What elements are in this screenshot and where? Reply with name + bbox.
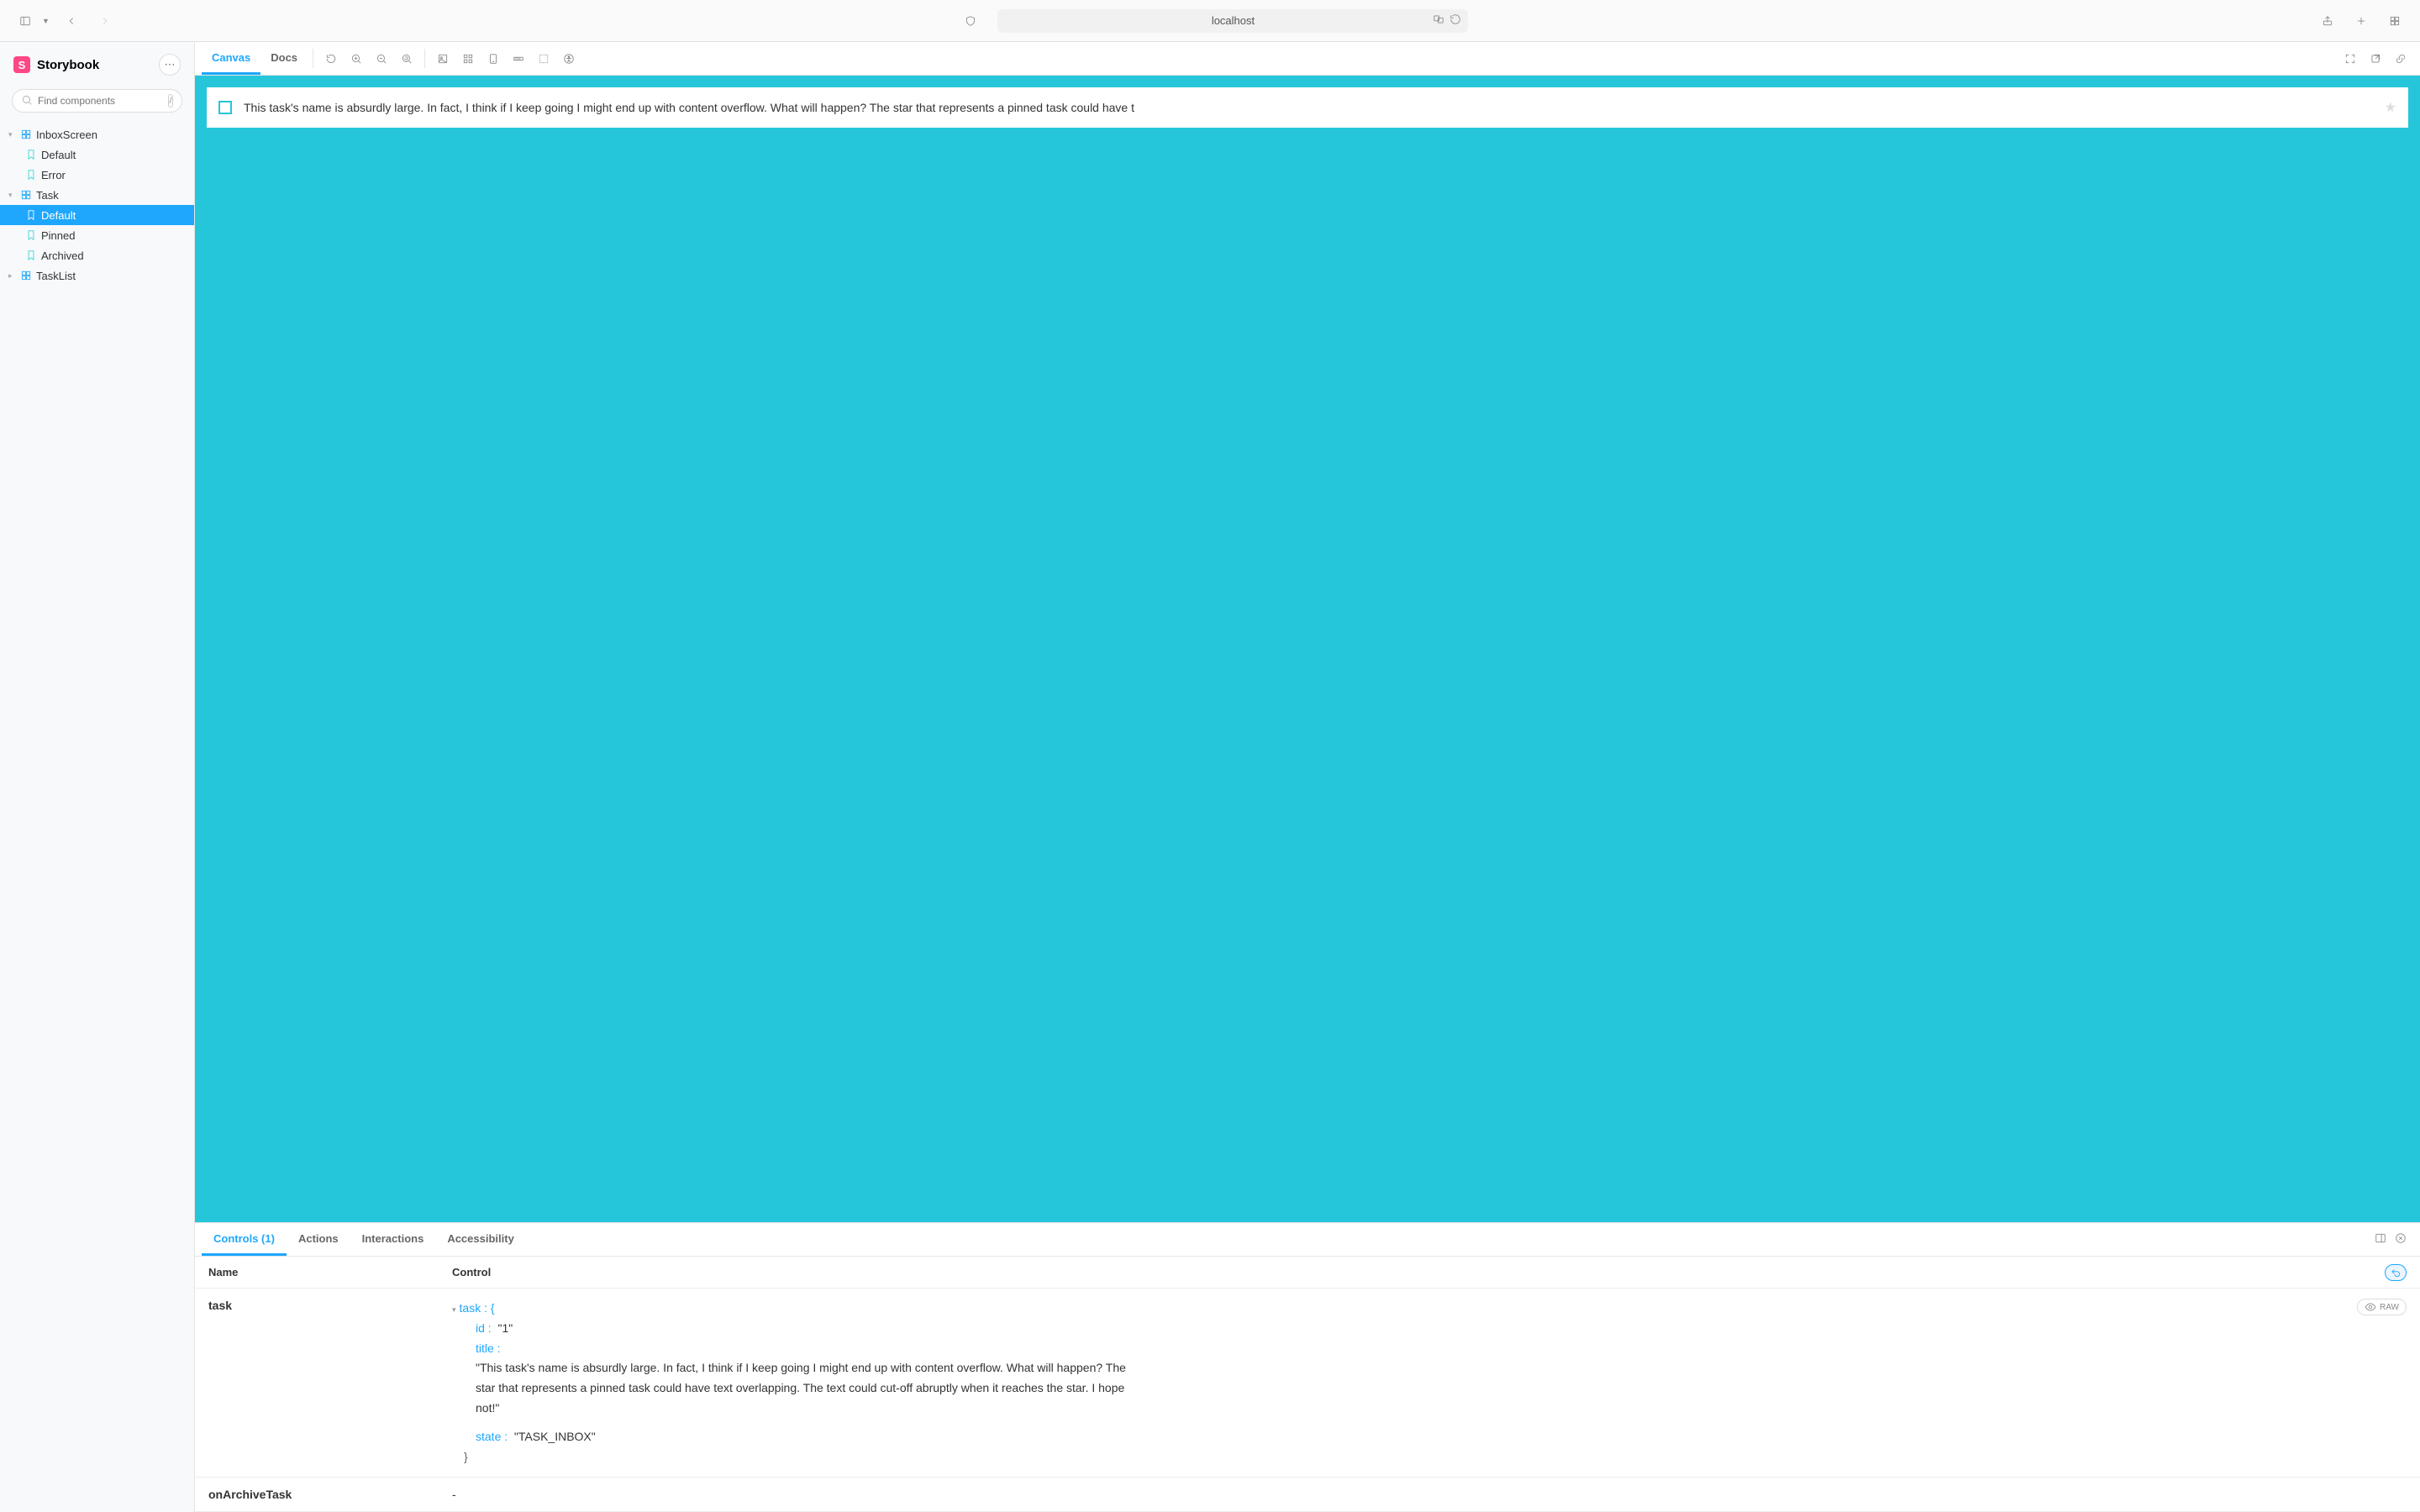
grid-icon[interactable] <box>455 42 481 75</box>
copy-link-icon[interactable] <box>2388 42 2413 75</box>
outline-icon[interactable] <box>531 42 556 75</box>
open-new-tab-icon[interactable] <box>2363 42 2388 75</box>
task-checkbox[interactable] <box>218 101 232 114</box>
tab-accessibility[interactable]: Accessibility <box>435 1223 526 1256</box>
tree-story-inbox-default[interactable]: Default <box>0 144 194 165</box>
sidebar-toggle-icon[interactable] <box>13 9 37 33</box>
zoom-in-icon[interactable] <box>344 42 369 75</box>
fullscreen-icon[interactable] <box>2338 42 2363 75</box>
viewport-icon[interactable] <box>481 42 506 75</box>
tab-canvas[interactable]: Canvas <box>202 42 260 75</box>
translate-icon[interactable] <box>1433 13 1444 28</box>
raw-toggle-button[interactable]: RAW <box>2357 1299 2407 1315</box>
search-input[interactable] <box>38 95 168 107</box>
zoom-out-icon[interactable] <box>369 42 394 75</box>
shield-icon[interactable] <box>959 9 982 33</box>
reload-icon[interactable] <box>1449 13 1461 28</box>
control-row-onarchivetask: onArchiveTask - <box>195 1478 2420 1512</box>
back-button[interactable] <box>60 9 83 33</box>
tree-component-tasklist[interactable]: ▸ TaskList <box>0 265 194 286</box>
main-panel: Canvas Docs This task's n <box>195 42 2420 1512</box>
component-icon <box>20 270 32 281</box>
object-editor[interactable]: ▾task : { id : "1" title : "This task's … <box>452 1299 2407 1467</box>
addons-panel: Controls (1) Actions Interactions Access… <box>195 1222 2420 1512</box>
tree-story-task-pinned[interactable]: Pinned <box>0 225 194 245</box>
task-item: This task's name is absurdly large. In f… <box>207 87 2408 128</box>
column-header-control: Control <box>452 1266 2407 1278</box>
search-icon <box>21 94 33 108</box>
search-input-wrap[interactable]: / <box>12 89 182 113</box>
reset-controls-button[interactable] <box>2385 1264 2407 1281</box>
canvas-preview: This task's name is absurdly large. In f… <box>195 76 2420 1222</box>
task-title-text: This task's name is absurdly large. In f… <box>244 101 2373 114</box>
browser-chrome: ▼ localhost <box>0 0 2420 42</box>
background-icon[interactable] <box>430 42 455 75</box>
star-icon[interactable]: ★ <box>2385 99 2396 116</box>
column-header-name: Name <box>208 1266 452 1278</box>
tabs-grid-icon[interactable] <box>2383 9 2407 33</box>
tab-controls[interactable]: Controls (1) <box>202 1223 287 1256</box>
chevron-down-icon[interactable]: ▼ <box>42 17 50 25</box>
measure-icon[interactable] <box>506 42 531 75</box>
caret-down-icon: ▾ <box>8 191 16 200</box>
tree-component-task[interactable]: ▾ Task <box>0 185 194 205</box>
tree-component-inboxscreen[interactable]: ▾ InboxScreen <box>0 124 194 144</box>
share-icon[interactable] <box>2316 9 2339 33</box>
tab-interactions[interactable]: Interactions <box>350 1223 436 1256</box>
canvas-toolbar: Canvas Docs <box>195 42 2420 76</box>
remount-icon[interactable] <box>318 42 344 75</box>
panel-position-icon[interactable] <box>2375 1232 2386 1247</box>
control-row-task: task RAW ▾task : { id : "1" title : "Thi… <box>195 1289 2420 1478</box>
nav-tree: ▾ InboxScreen Default Error ▾ Task Defau… <box>0 121 194 1512</box>
bookmark-icon <box>25 149 37 160</box>
caret-down-icon: ▾ <box>8 130 16 139</box>
app-title: Storybook <box>37 58 99 72</box>
zoom-reset-icon[interactable] <box>394 42 419 75</box>
storybook-sidebar: S Storybook ⋯ / ▾ InboxScreen Default <box>0 42 195 1512</box>
tab-docs[interactable]: Docs <box>260 42 308 75</box>
sidebar-menu-button[interactable]: ⋯ <box>159 54 181 76</box>
bookmark-icon <box>25 249 37 261</box>
controls-table: Name Control task RAW ▾task : { <box>195 1257 2420 1512</box>
forward-button[interactable] <box>93 9 117 33</box>
tree-story-task-default[interactable]: Default <box>0 205 194 225</box>
close-panel-icon[interactable] <box>2395 1232 2407 1247</box>
new-tab-icon[interactable] <box>2349 9 2373 33</box>
url-text: localhost <box>1212 14 1255 27</box>
tree-story-inbox-error[interactable]: Error <box>0 165 194 185</box>
tab-actions[interactable]: Actions <box>287 1223 350 1256</box>
search-shortcut: / <box>168 94 173 108</box>
component-icon <box>20 189 32 201</box>
component-icon <box>20 129 32 140</box>
bookmark-icon <box>25 169 37 181</box>
address-bar[interactable]: localhost <box>997 9 1468 33</box>
caret-right-icon: ▸ <box>8 271 16 281</box>
tree-story-task-archived[interactable]: Archived <box>0 245 194 265</box>
bookmark-icon <box>25 229 37 241</box>
a11y-vision-icon[interactable] <box>556 42 581 75</box>
storybook-logo: S <box>13 56 30 73</box>
bookmark-icon <box>25 209 37 221</box>
